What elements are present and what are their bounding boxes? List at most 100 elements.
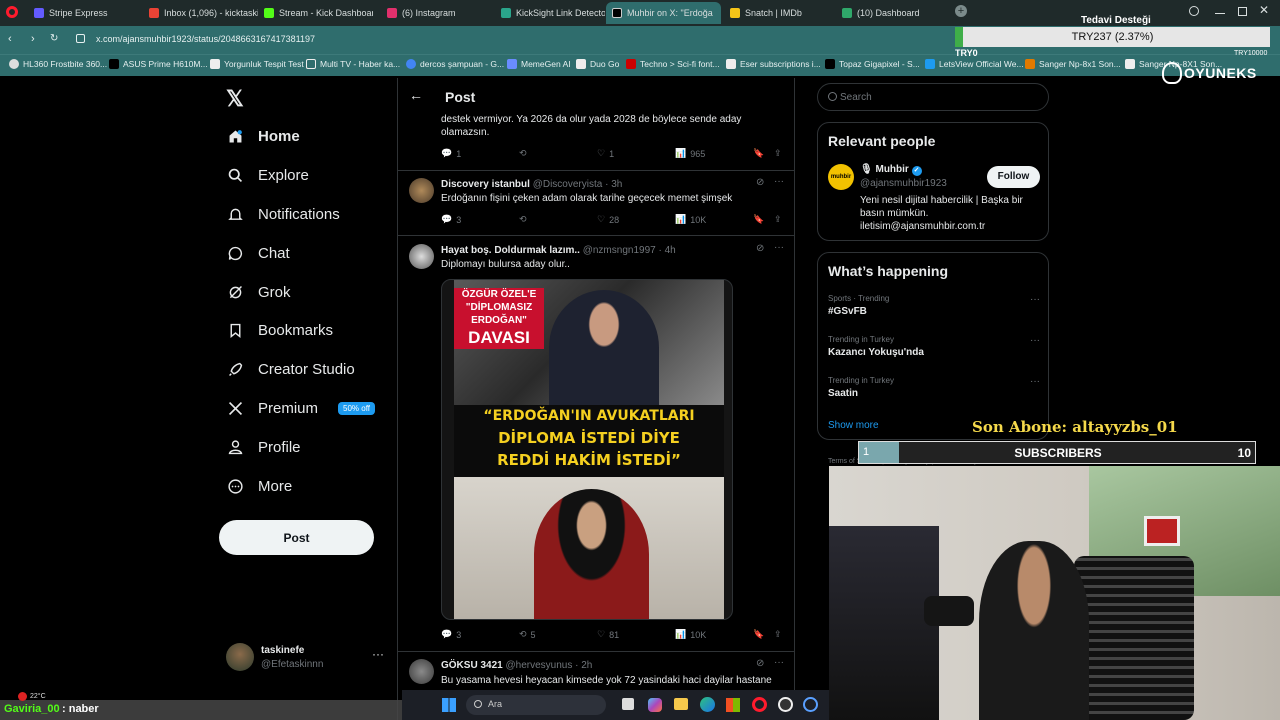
bookmark-item[interactable]: dercos şampuan - G... — [406, 59, 504, 69]
views-button[interactable]: 📊 965 — [675, 148, 705, 159]
bookmark-icon[interactable]: 🔖 — [753, 148, 764, 159]
nav-premium[interactable]: Premium 50% off — [227, 400, 375, 417]
more-dots-icon[interactable]: ··· — [1030, 294, 1040, 305]
nav-profile[interactable]: Profile — [227, 439, 301, 456]
nav-bookmarks[interactable]: Bookmarks — [227, 322, 333, 339]
obs-icon[interactable] — [778, 697, 793, 712]
bookmark-item[interactable]: Yorgunluk Tespit Test — [210, 59, 304, 69]
tab-instagram[interactable]: (6) Instagram — [381, 2, 491, 24]
windows-start-icon[interactable] — [442, 698, 456, 712]
repost-button[interactable]: ⟲ 5 — [519, 629, 536, 640]
nav-explore[interactable]: Explore — [227, 167, 309, 184]
avatar[interactable] — [409, 659, 434, 684]
tab-stripe[interactable]: Stripe Express — [28, 2, 143, 24]
edge-icon[interactable] — [700, 697, 715, 712]
nav-more[interactable]: More — [227, 478, 292, 495]
bookmark-item[interactable]: HL360 Frostbite 360... — [9, 59, 107, 69]
copilot-icon[interactable] — [648, 698, 662, 712]
tab-imdb[interactable]: Snatch | IMDb — [724, 2, 834, 24]
bookmark-item[interactable]: MemeGen AI — [507, 59, 571, 69]
bookmark-icon[interactable]: 🔖 — [753, 629, 764, 640]
bookmark-item[interactable]: ASUS Prime H610M... — [109, 59, 208, 69]
weather-widget[interactable]: 22°C — [18, 692, 46, 701]
show-more-link[interactable]: Show more — [828, 420, 879, 431]
nav-notifications[interactable]: Notifications — [227, 206, 340, 223]
avatar[interactable] — [409, 244, 434, 269]
bookmark-item[interactable]: Eser subscriptions i... — [726, 59, 821, 69]
back-icon[interactable]: ‹ — [8, 33, 12, 45]
author-name[interactable]: GÖKSU 3421 — [441, 660, 503, 671]
more-dots-icon[interactable]: ··· — [774, 657, 784, 668]
bookmark-item[interactable]: Duo Go — [576, 59, 619, 69]
follow-button[interactable]: Follow — [987, 166, 1040, 188]
share-icon[interactable]: ⇪ — [774, 629, 782, 640]
repost-icon[interactable]: ⟲ — [519, 148, 527, 159]
task-view-icon[interactable] — [622, 698, 634, 710]
tab-x-muhbir[interactable]: Muhbir on X: "Erdoğa — [606, 2, 721, 24]
attached-image[interactable]: ÖZGÜR ÖZEL'E "DİPLOMASIZ ERDOĞAN" DAVASI… — [441, 279, 733, 620]
author-name[interactable]: Discovery istanbul — [441, 179, 530, 190]
avatar[interactable] — [409, 178, 434, 203]
bookmark-item[interactable]: Techno > Sci-fi font... — [626, 59, 720, 69]
more-dots-icon[interactable]: ··· — [1030, 376, 1040, 387]
close-window-icon[interactable]: ✕ — [1259, 3, 1269, 17]
reply-button[interactable]: 💬 3 — [441, 629, 461, 640]
share-icon[interactable]: ⇪ — [774, 148, 782, 159]
repost-icon[interactable]: ⟲ — [519, 214, 527, 225]
trend-item[interactable]: Sports · Trending #GSvFB ··· — [828, 294, 1040, 317]
bookmark-icon[interactable]: 🔖 — [753, 214, 764, 225]
like-button[interactable]: ♡ 81 — [597, 629, 619, 640]
bookmark-item[interactable]: Multi TV - Haber ka... — [306, 59, 400, 69]
nav-chat[interactable]: Chat — [227, 245, 290, 262]
site-info-icon[interactable] — [76, 34, 85, 43]
files-icon[interactable] — [674, 698, 688, 710]
forward-icon[interactable]: › — [31, 33, 35, 45]
more-dots-icon[interactable]: ··· — [774, 242, 784, 253]
author-name[interactable]: Hayat boş. Doldurmak lazım.. — [441, 245, 580, 256]
reply-button[interactable]: 💬 1 — [441, 148, 461, 159]
grok-icon[interactable]: ⊘ — [756, 658, 764, 669]
tab-kick-dashboard[interactable]: Stream - Kick Dashboard — [258, 2, 373, 24]
store-icon[interactable] — [726, 698, 740, 712]
person-name-row[interactable]: 🎙 Muhbir ✓ — [860, 164, 922, 176]
opera-icon[interactable] — [752, 697, 767, 712]
search-tabs-icon[interactable] — [1189, 6, 1199, 16]
opera-logo-icon[interactable] — [6, 6, 18, 18]
app-icon[interactable] — [803, 697, 818, 712]
account-switcher[interactable]: taskinefe @Efetaskinnn ··· — [226, 643, 386, 675]
nav-grok[interactable]: Grok — [227, 284, 291, 301]
bookmark-item[interactable]: Topaz Gigapixel - S... — [825, 59, 920, 69]
like-button[interactable]: ♡ 28 — [597, 214, 619, 225]
post-button[interactable]: Post — [219, 520, 374, 555]
avatar[interactable]: muhbir — [828, 164, 854, 190]
more-dots-icon[interactable]: ··· — [372, 647, 384, 661]
views-button[interactable]: 📊 10K — [675, 214, 706, 225]
tab-dashboard[interactable]: (10) Dashboard — [836, 2, 946, 24]
tab-gmail[interactable]: Inbox (1,096) - kicktaskine — [143, 2, 258, 24]
trend-item[interactable]: Trending in Turkey Saatin ··· — [828, 376, 1040, 399]
views-button[interactable]: 📊 10K — [675, 629, 706, 640]
tab-kicksight[interactable]: KickSight Link Detector — [495, 2, 605, 24]
like-button[interactable]: ♡ 1 — [597, 148, 614, 159]
nav-home[interactable]: Home — [227, 128, 300, 145]
bookmark-item[interactable]: Sanger Np-8x1 Son... — [1025, 59, 1121, 69]
bookmark-item[interactable]: LetsView Official We... — [925, 59, 1024, 69]
nav-creator-studio[interactable]: Creator Studio — [227, 361, 355, 378]
maximize-icon[interactable] — [1238, 7, 1247, 16]
reload-icon[interactable]: ↻ — [50, 33, 58, 44]
trend-context: Sports · Trending — [828, 294, 890, 303]
url-field[interactable]: x.com/ajansmuhbir1923/status/20486631674… — [96, 34, 315, 44]
search-box[interactable]: Search — [817, 83, 1049, 111]
more-dots-icon[interactable]: ··· — [774, 176, 784, 187]
back-arrow-icon[interactable]: ← — [409, 87, 423, 103]
taskbar-search-box[interactable]: Ara — [466, 695, 606, 715]
new-tab-button[interactable]: + — [955, 5, 967, 17]
x-logo-icon[interactable]: 𝕏 — [226, 86, 244, 112]
share-icon[interactable]: ⇪ — [774, 214, 782, 225]
grok-icon[interactable]: ⊘ — [756, 243, 764, 254]
reply-button[interactable]: 💬 3 — [441, 214, 461, 225]
more-dots-icon[interactable]: ··· — [1030, 335, 1040, 346]
grok-icon[interactable]: ⊘ — [756, 177, 764, 188]
trend-item[interactable]: Trending in Turkey Kazancı Yokuşu'nda ··… — [828, 335, 1040, 358]
minimize-icon[interactable] — [1215, 13, 1225, 14]
